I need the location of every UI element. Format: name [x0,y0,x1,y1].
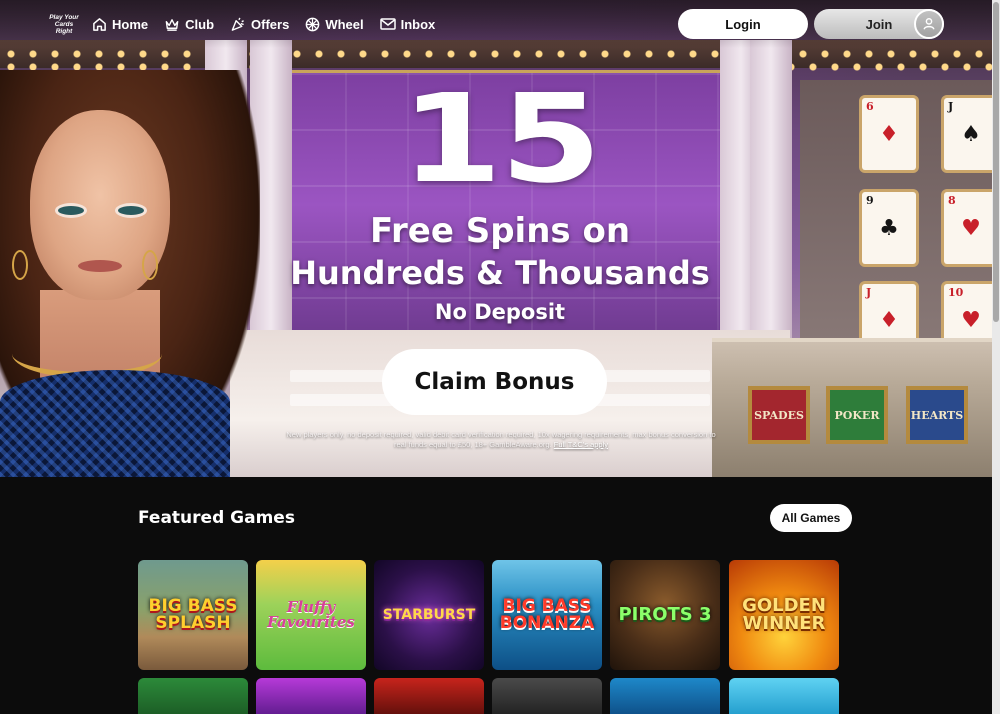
vertical-scrollbar[interactable] [992,0,1000,714]
account-button[interactable] [914,9,944,39]
presenter-eye [58,206,84,215]
promo-line-1: Free Spins on [369,211,631,251]
promo-line-2: Hundreds & Thousands [290,254,710,292]
card-wall: 6 ♦ J ♠ 9 ♣ 8 ♥ J ♦ 10 ♥ [800,80,1000,360]
game-tile-golden-winner[interactable]: GOLDEN WINNER [729,560,839,670]
suit-icon: ♥ [961,307,981,333]
desk-sign-hearts: HEARTS [906,386,968,444]
brand-logo[interactable]: Play Your Cards Right [46,14,82,35]
game-tile[interactable] [138,678,248,714]
nav-offers[interactable]: Offers [230,17,289,32]
playing-card: J ♠ [944,98,998,170]
game-tile[interactable] [256,678,366,714]
game-tile-fluffy-favourites[interactable]: Fluffy Favourites [256,560,366,670]
suit-icon: ♣ [879,215,899,241]
presenter-lips [78,260,122,272]
suit-icon: ♠ [961,121,981,147]
game-tile-pirots-3[interactable]: PIROTS 3 [610,560,720,670]
all-games-button[interactable]: All Games [770,504,852,532]
nav-club[interactable]: Club [164,17,214,32]
featured-games-section: Featured Games All Games BIG BASS SPLASH… [0,477,1000,714]
party-popper-icon [231,17,244,31]
terms-link[interactable]: Full T&C's apply [554,440,608,449]
wheel-icon [305,17,320,31]
game-tile-big-bass-splash[interactable]: BIG BASS SPLASH [138,560,248,670]
hero-banner: 6 ♦ J ♠ 9 ♣ 8 ♥ J ♦ 10 ♥ SPADES POKER HEARTS 1… [0,0,1000,477]
promo-spin-count: 15 [400,68,602,210]
game-tile[interactable] [610,678,720,714]
home-icon [93,17,106,31]
earring-icon [142,250,158,280]
game-title: STARBURST [382,607,476,623]
game-title: Fluffy Favourites [267,598,355,631]
promo-terms: New players only, no deposit required, v… [286,430,716,450]
auth-buttons: Login Join [678,9,944,39]
claim-bonus-button[interactable]: Claim Bonus [382,349,607,415]
game-title: BIG BASS SPLASH [148,596,238,633]
game-tile[interactable] [374,678,484,714]
suit-icon: ♦ [879,307,899,333]
promo-subline: No Deposit [434,300,566,324]
stage-lights [0,49,1000,59]
card-rank: J [866,286,872,299]
desk-sign-spades: SPADES [748,386,810,444]
game-tile[interactable] [492,678,602,714]
game-title: GOLDEN WINNER [742,595,826,634]
nav-wheel-label: Wheel [325,16,364,32]
nav-home[interactable]: Home [92,17,148,32]
game-tile[interactable] [729,678,839,714]
login-button[interactable]: Login [678,9,808,39]
playing-card: 8 ♥ [944,192,998,264]
desk-sign-poker: POKER [826,386,888,444]
terms-text: New players only, no deposit required, v… [286,430,716,449]
card-rank: 9 [866,194,874,207]
presenter-eye [118,206,144,215]
card-rank: 8 [948,194,956,207]
crown-icon [165,18,179,31]
game-tile-big-bass-bonanza[interactable]: BIG BASS BONANZA [492,560,602,670]
card-rank: J [948,100,954,113]
playing-card: 6 ♦ [862,98,916,170]
nav-club-label: Club [185,16,215,32]
promo-headline: 15 Free Spins on Hundreds & Thousands No… [250,78,750,326]
stage-lights [780,62,1000,72]
suit-icon: ♦ [879,121,899,147]
scrollbar-thumb[interactable] [993,2,999,322]
nav-wheel[interactable]: Wheel [305,16,364,32]
page: 6 ♦ J ♠ 9 ♣ 8 ♥ J ♦ 10 ♥ SPADES POKER HEARTS 1… [0,0,1000,714]
game-title: BIG BASS BONANZA [499,596,595,633]
suit-icon: ♥ [961,215,981,241]
game-tile-starburst[interactable]: STARBURST [374,560,484,670]
nav-home-label: Home [112,16,149,32]
top-navigation: Play Your Cards Right Home Club Offers W… [0,0,1000,48]
card-rank: 6 [866,100,874,113]
nav-inbox-label: Inbox [400,16,436,32]
playing-card: 9 ♣ [862,192,916,264]
envelope-icon [379,18,396,30]
nav-inbox[interactable]: Inbox [379,16,436,32]
featured-games-title: Featured Games [138,508,295,528]
nav-offers-label: Offers [251,16,290,32]
earring-icon [12,250,28,280]
user-icon [923,18,935,30]
card-rank: 10 [948,286,964,299]
presenter-dress [0,370,230,477]
game-title: PIROTS 3 [618,604,712,625]
